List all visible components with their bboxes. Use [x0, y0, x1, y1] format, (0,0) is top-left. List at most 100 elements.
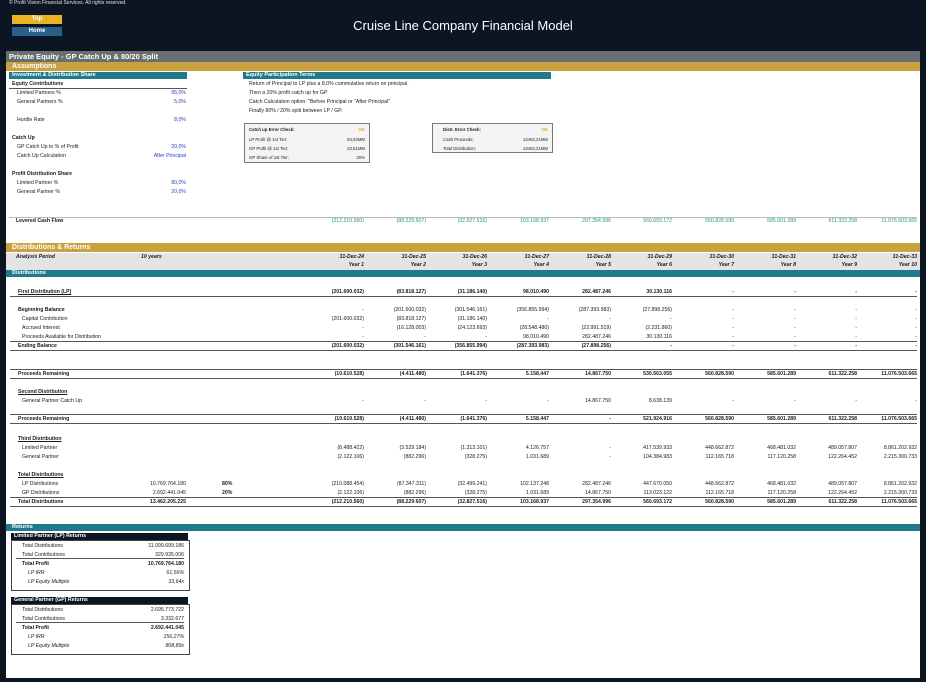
capital-contribution-value: (31.186.140) — [457, 316, 487, 322]
period-year: Year 3 — [471, 262, 487, 268]
proceeds-remaining-value: 14.867.750 — [585, 371, 611, 377]
lp-distributions-value: 8.861.202.932 — [883, 481, 917, 487]
hurdle-rate-value[interactable]: 8,0% — [126, 117, 186, 124]
third-gp-value: 117.120.258 — [767, 454, 796, 460]
lp-returns-row-value: 10.769.764.180 — [147, 561, 184, 567]
gp-distributions-value: 2.215.300.733 — [883, 490, 917, 496]
lp-returns-row-value: 33,64x — [168, 579, 184, 585]
proceeds-remaining-2-value: 521.924.916 — [643, 416, 672, 422]
catch-up-check-status: OK — [358, 127, 365, 132]
total-distributions-heading: Total Distributions — [18, 472, 64, 478]
ending-balance-value: - — [670, 343, 672, 349]
total-distributions-value: 585.601.289 — [767, 499, 796, 505]
profit-share-label: Profit Distribution Share — [12, 171, 72, 177]
proceeds-remaining-label: Proceeds Remaining — [18, 371, 70, 377]
third-gp-value: (2.122.106) — [337, 454, 364, 460]
terms-line-3: Catch Calculation option: "Before Princi… — [249, 99, 391, 105]
gp-returns-row-value: 156,27% — [163, 634, 184, 640]
total-distribution-label: Total Distribution: — [443, 146, 476, 151]
gp-catch-up-value: - — [855, 398, 857, 404]
accrued-interest-value: - — [794, 325, 796, 331]
accrued-interest-value: (24.123.693) — [457, 325, 487, 331]
gp-catch-up-value: 14.867.750 — [585, 398, 611, 404]
accrued-interest-value: - — [855, 325, 857, 331]
catch-up-calc-value[interactable]: After Principal — [126, 153, 186, 160]
gp-distributions-total: 2.692.441.045 — [152, 490, 186, 496]
gp-catch-up-value: - — [732, 398, 734, 404]
period-year: Year 10 — [898, 262, 917, 268]
gp-catch-up-value: - — [547, 398, 549, 404]
accrued-interest-label: Accrued Interest — [22, 325, 60, 331]
gp-distributions-value: 112.165.718 — [705, 490, 734, 496]
assumptions-header: Assumptions — [6, 62, 920, 71]
period-date: 31-Dec-28 — [586, 254, 611, 260]
distribution-check-status: OK — [541, 127, 548, 132]
row-divider — [10, 506, 917, 507]
total-distributions-value: 11.076.503.665 — [881, 499, 917, 505]
proceeds-remaining-value: 5.158.447 — [525, 371, 549, 377]
row-divider — [16, 558, 184, 559]
sheet-title: Private Equity - GP Catch Up & 80/20 Spl… — [6, 51, 920, 62]
proceeds-available-value: - — [424, 334, 426, 340]
lp-distributions-value: 447.670.050 — [643, 481, 672, 487]
spreadsheet: Private Equity - GP Catch Up & 80/20 Spl… — [6, 51, 920, 678]
third-lp-value: - — [609, 445, 611, 451]
gp-catch-up-label: GP Catch Up to % of Profit — [17, 144, 79, 150]
ending-balance-value: - — [855, 343, 857, 349]
terms-line-2: Then a 20% profit catch up for GP — [249, 90, 328, 96]
catch-up-label: Catch Up — [12, 135, 35, 141]
gp-distributions-label: GP Distributions — [22, 490, 60, 496]
ending-balance-value: - — [794, 343, 796, 349]
beginning-balance-label: Beginning Balance — [18, 307, 65, 313]
lp-distributions-value: 282.487.246 — [582, 481, 611, 487]
hurdle-rate-label: Hurdle Rate — [17, 117, 45, 123]
levered-cash-flow-value: (88.229.607) — [396, 218, 426, 224]
gp-distributions-value: 113.023.122 — [643, 490, 672, 496]
row-divider — [10, 423, 917, 424]
proceeds-remaining-2-value: (10.610.528) — [334, 416, 364, 422]
period-year: Year 6 — [656, 262, 672, 268]
total-distributions-value: 611.322.258 — [828, 499, 857, 505]
first-distribution-value: 30.130.116 — [646, 289, 672, 295]
third-gp-label: General Partner — [22, 454, 59, 460]
proceeds-remaining-value: 611.322.258 — [828, 371, 857, 377]
ending-balance-value: - — [915, 343, 917, 349]
lp-distributions-label: LP Distributions — [22, 481, 59, 487]
beginning-balance-value: (27.898.256) — [642, 307, 672, 313]
beginning-balance-value: - — [732, 307, 734, 313]
capital-contribution-value: - — [855, 316, 857, 322]
beginning-balance-value: - — [855, 307, 857, 313]
third-gp-value: (882.296) — [403, 454, 426, 460]
beginning-balance-value: - — [794, 307, 796, 313]
row-divider — [16, 622, 184, 623]
lp-distributions-value: 468.481.032 — [767, 481, 796, 487]
gp-profit-tier-label: GP Profit @ 1st Tier: — [249, 146, 289, 151]
period-year: Year 2 — [410, 262, 426, 268]
gp-catch-up-value: - — [485, 398, 487, 404]
capital-contribution-value: - — [609, 316, 611, 322]
proceeds-remaining-value: 530.563.055 — [643, 371, 672, 377]
lp-percent-value[interactable]: 95,0% — [126, 90, 186, 97]
period-year: Year 4 — [533, 262, 549, 268]
third-gp-value: 1.031.689 — [525, 454, 549, 460]
gp-catch-up-value: - — [362, 398, 364, 404]
lp-share-value[interactable]: 80,0% — [126, 180, 186, 187]
proceeds-remaining-2-value: 611.322.258 — [828, 416, 857, 422]
proceeds-remaining-2-value: (1.641.376) — [460, 416, 487, 422]
gp-share-value[interactable]: 20,0% — [126, 189, 186, 196]
third-lp-value: (8.488.422) — [337, 445, 364, 451]
accrued-interest-value: (28.548.480) — [519, 325, 549, 331]
returns-section-header: Returns — [6, 524, 920, 531]
gp-percent-value[interactable]: 5,0% — [126, 99, 186, 106]
gp-catch-up-value[interactable]: 20,0% — [126, 144, 186, 151]
accrued-interest-value: (22.991.519) — [581, 325, 611, 331]
lp-profit-tier-value: 94,02MM — [347, 137, 365, 142]
gp-distributions-value: 122.264.452 — [828, 490, 857, 496]
row-divider — [10, 369, 917, 370]
third-lp-value: 417.539.933 — [643, 445, 672, 451]
first-distribution-value: 98.010.490 — [523, 289, 549, 295]
accrued-interest-value: (2.231.860) — [645, 325, 672, 331]
gp-returns-row-label: LP IRR — [28, 634, 45, 640]
third-gp-value: 104.384.983 — [643, 454, 672, 460]
terms-line-4: Finally 80% / 20% split between LP / GP. — [249, 108, 343, 114]
